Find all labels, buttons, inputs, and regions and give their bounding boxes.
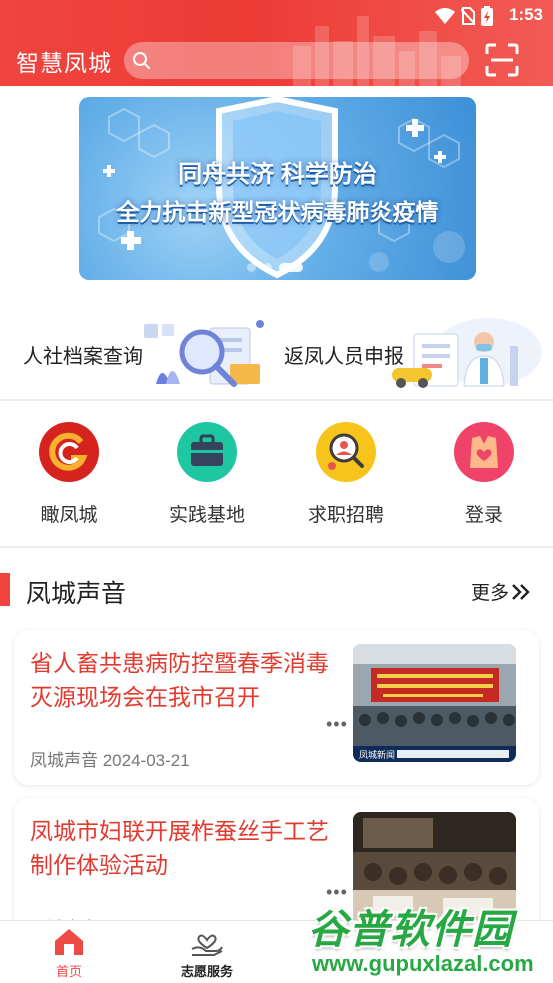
more-link[interactable]: 更多 [471, 578, 531, 605]
grid-item-kan-fengcheng[interactable]: 瞰凤城 [0, 422, 138, 532]
thumbnail-caption: 凤城新闻 [359, 750, 396, 760]
battery-icon [481, 6, 493, 26]
doctor-report-illustration [392, 318, 542, 388]
news-thumbnail: 凤城新闻 [353, 644, 516, 762]
grid-item-label: 瞰凤城 [40, 505, 98, 526]
quick-service-label: 返凤人员申报 [284, 346, 404, 368]
app-header: 1:53 智慧凤城 [0, 0, 553, 86]
double-chevron-right-icon [512, 583, 530, 600]
divider [0, 546, 553, 548]
job-search-icon [316, 422, 376, 482]
grid-item-label: 登录 [464, 505, 503, 526]
status-bar: 1:53 [0, 0, 553, 32]
scan-icon[interactable] [485, 43, 519, 77]
grid-item-login[interactable]: 登录 [415, 422, 553, 532]
promo-banner[interactable]: 同舟共济 科学防治 全力抗击新型冠状病毒肺炎疫情 [79, 97, 476, 280]
carousel-dot[interactable] [247, 263, 256, 272]
carousel-indicator [247, 263, 303, 272]
quick-service-return-report[interactable]: 返凤人员申报 [276, 318, 553, 388]
nav-item-label: 首页 [55, 964, 82, 979]
nav-item-label: 志愿服务 [180, 964, 233, 979]
banner-headline: 同舟共济 科学防治 [178, 161, 377, 188]
more-options-icon[interactable]: ••• [326, 714, 348, 735]
carousel-dot[interactable] [263, 263, 272, 272]
status-icons [435, 6, 493, 26]
watermark-brand: 谷普软件园 [308, 908, 513, 952]
status-time: 1:53 [508, 5, 543, 24]
grid-item-job-recruitment[interactable]: 求职招聘 [277, 422, 415, 532]
search-input[interactable] [124, 42, 469, 79]
grid-item-label: 求职招聘 [307, 505, 384, 526]
watermark-url: www.gupuxlazal.com [312, 951, 534, 976]
banner-subheadline: 全力抗击新型冠状病毒肺炎疫情 [116, 199, 439, 225]
quick-service-archive[interactable]: 人社档案查询 [0, 318, 276, 388]
grid-item-practice-base[interactable]: 实践基地 [138, 422, 276, 532]
search-icon [133, 52, 150, 69]
app-title: 智慧凤城 [16, 50, 112, 76]
briefcase-icon [177, 422, 237, 482]
news-meta: 凤城声音 2024-03-21 [30, 751, 190, 770]
more-link-label: 更多 [471, 583, 510, 604]
news-title: 凤城市妇联开展柞蚕丝手工艺制作体验活动 [30, 818, 329, 878]
fengcheng-logo-icon [39, 422, 99, 482]
archive-search-illustration [144, 320, 264, 387]
section-accent-bar [0, 573, 10, 606]
news-card[interactable]: 省人畜共患病防控暨春季消毒灭源现场会在我市召开 ••• 凤城声音 2024-03… [14, 630, 539, 785]
news-title: 省人畜共患病防控暨春季消毒灭源现场会在我市召开 [30, 650, 329, 710]
site-watermark: 谷普软件园 www.gupuxlazal.com [300, 893, 553, 983]
wifi-icon [435, 8, 455, 24]
nav-item-home[interactable]: 首页 [14, 927, 124, 979]
section-title: 凤城声音 [26, 580, 127, 608]
volunteer-hands-icon [191, 934, 223, 956]
quick-service-label: 人社档案查询 [23, 346, 143, 368]
no-sim-icon [461, 7, 475, 25]
nav-item-volunteer[interactable]: 志愿服务 [152, 927, 262, 979]
home-icon [55, 929, 83, 955]
vest-icon [454, 422, 514, 482]
grid-item-label: 实践基地 [168, 505, 245, 526]
divider [0, 399, 553, 401]
carousel-dot-active[interactable] [279, 263, 303, 272]
